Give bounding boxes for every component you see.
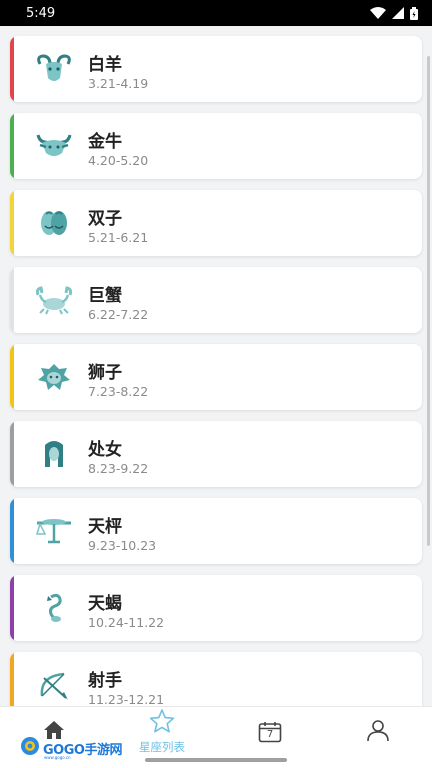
zodiac-card[interactable]: 天蝎 10.24-11.22 [10, 575, 422, 641]
zodiac-card[interactable]: 巨蟹 6.22-7.22 [10, 267, 422, 333]
status-icons [370, 6, 418, 20]
libra-icon [32, 511, 76, 551]
zodiac-card[interactable]: 双子 5.21-6.21 [10, 190, 422, 256]
zodiac-dates: 8.23-9.22 [88, 461, 149, 476]
user-icon [366, 718, 390, 746]
card-accent-bar [10, 421, 14, 487]
zodiac-name: 白羊 [88, 55, 122, 75]
scrollbar[interactable] [427, 56, 430, 546]
card-accent-bar [10, 498, 14, 564]
watermark-subtext: www.gogo.cn [44, 755, 71, 760]
wifi-icon [370, 7, 386, 19]
zodiac-card[interactable]: 白羊 3.21-4.19 [10, 36, 422, 102]
zodiac-dates: 6.22-7.22 [88, 307, 149, 322]
zodiac-card[interactable]: 天枰 9.23-10.23 [10, 498, 422, 564]
calendar-day: 7 [266, 729, 274, 740]
taurus-icon [32, 126, 76, 166]
card-accent-bar [10, 190, 14, 256]
scorpio-icon [32, 588, 76, 628]
zodiac-dates: 9.23-10.23 [88, 538, 157, 553]
signal-icon [392, 7, 404, 19]
watermark-badge-icon [20, 736, 40, 760]
zodiac-card[interactable]: 处女 8.23-9.22 [10, 421, 422, 487]
sagittarius-icon [32, 665, 76, 705]
zodiac-list[interactable]: 白羊 3.21-4.19 金牛 4.20-5.20 双子 5.21-6.21 巨… [0, 26, 432, 706]
card-accent-bar [10, 344, 14, 410]
zodiac-name: 天蝎 [88, 594, 122, 614]
zodiac-card[interactable]: 狮子 7.23-8.22 [10, 344, 422, 410]
aries-icon [32, 49, 76, 89]
tab-calendar[interactable]: 7 [216, 707, 324, 757]
gemini-icon [32, 203, 76, 243]
zodiac-name: 金牛 [88, 132, 122, 152]
zodiac-card[interactable]: 射手 11.23-12.21 [10, 652, 422, 706]
zodiac-dates: 11.23-12.21 [88, 692, 165, 706]
card-accent-bar [10, 575, 14, 641]
zodiac-name: 处女 [88, 440, 122, 460]
card-accent-bar [10, 113, 14, 179]
zodiac-card[interactable]: 金牛 4.20-5.20 [10, 113, 422, 179]
virgo-icon [32, 434, 76, 474]
zodiac-name: 巨蟹 [88, 286, 122, 306]
zodiac-name: 射手 [88, 671, 122, 691]
status-bar: 5:49 [0, 0, 432, 26]
zodiac-dates: 10.24-11.22 [88, 615, 165, 630]
battery-icon [410, 6, 418, 20]
gesture-bar[interactable] [145, 758, 287, 762]
card-accent-bar [10, 36, 14, 102]
cancer-icon [32, 280, 76, 320]
zodiac-name: 狮子 [88, 363, 122, 383]
card-accent-bar [10, 267, 14, 333]
leo-icon [32, 357, 76, 397]
tab-zodiac-list[interactable]: 星座列表 [108, 707, 216, 757]
status-time: 5:49 [26, 5, 56, 21]
zodiac-dates: 5.21-6.21 [88, 230, 149, 245]
star-icon [149, 709, 175, 737]
zodiac-name: 双子 [88, 209, 122, 229]
tab-profile[interactable] [324, 707, 432, 757]
card-accent-bar [10, 652, 14, 706]
zodiac-dates: 3.21-4.19 [88, 76, 149, 91]
calendar-icon: 7 [258, 721, 282, 743]
zodiac-dates: 7.23-8.22 [88, 384, 149, 399]
zodiac-name: 天枰 [88, 517, 122, 537]
tab-label: 星座列表 [139, 740, 185, 754]
watermark-logo: GOGO手游网 www.gogo.cn [20, 736, 122, 760]
zodiac-dates: 4.20-5.20 [88, 153, 149, 168]
